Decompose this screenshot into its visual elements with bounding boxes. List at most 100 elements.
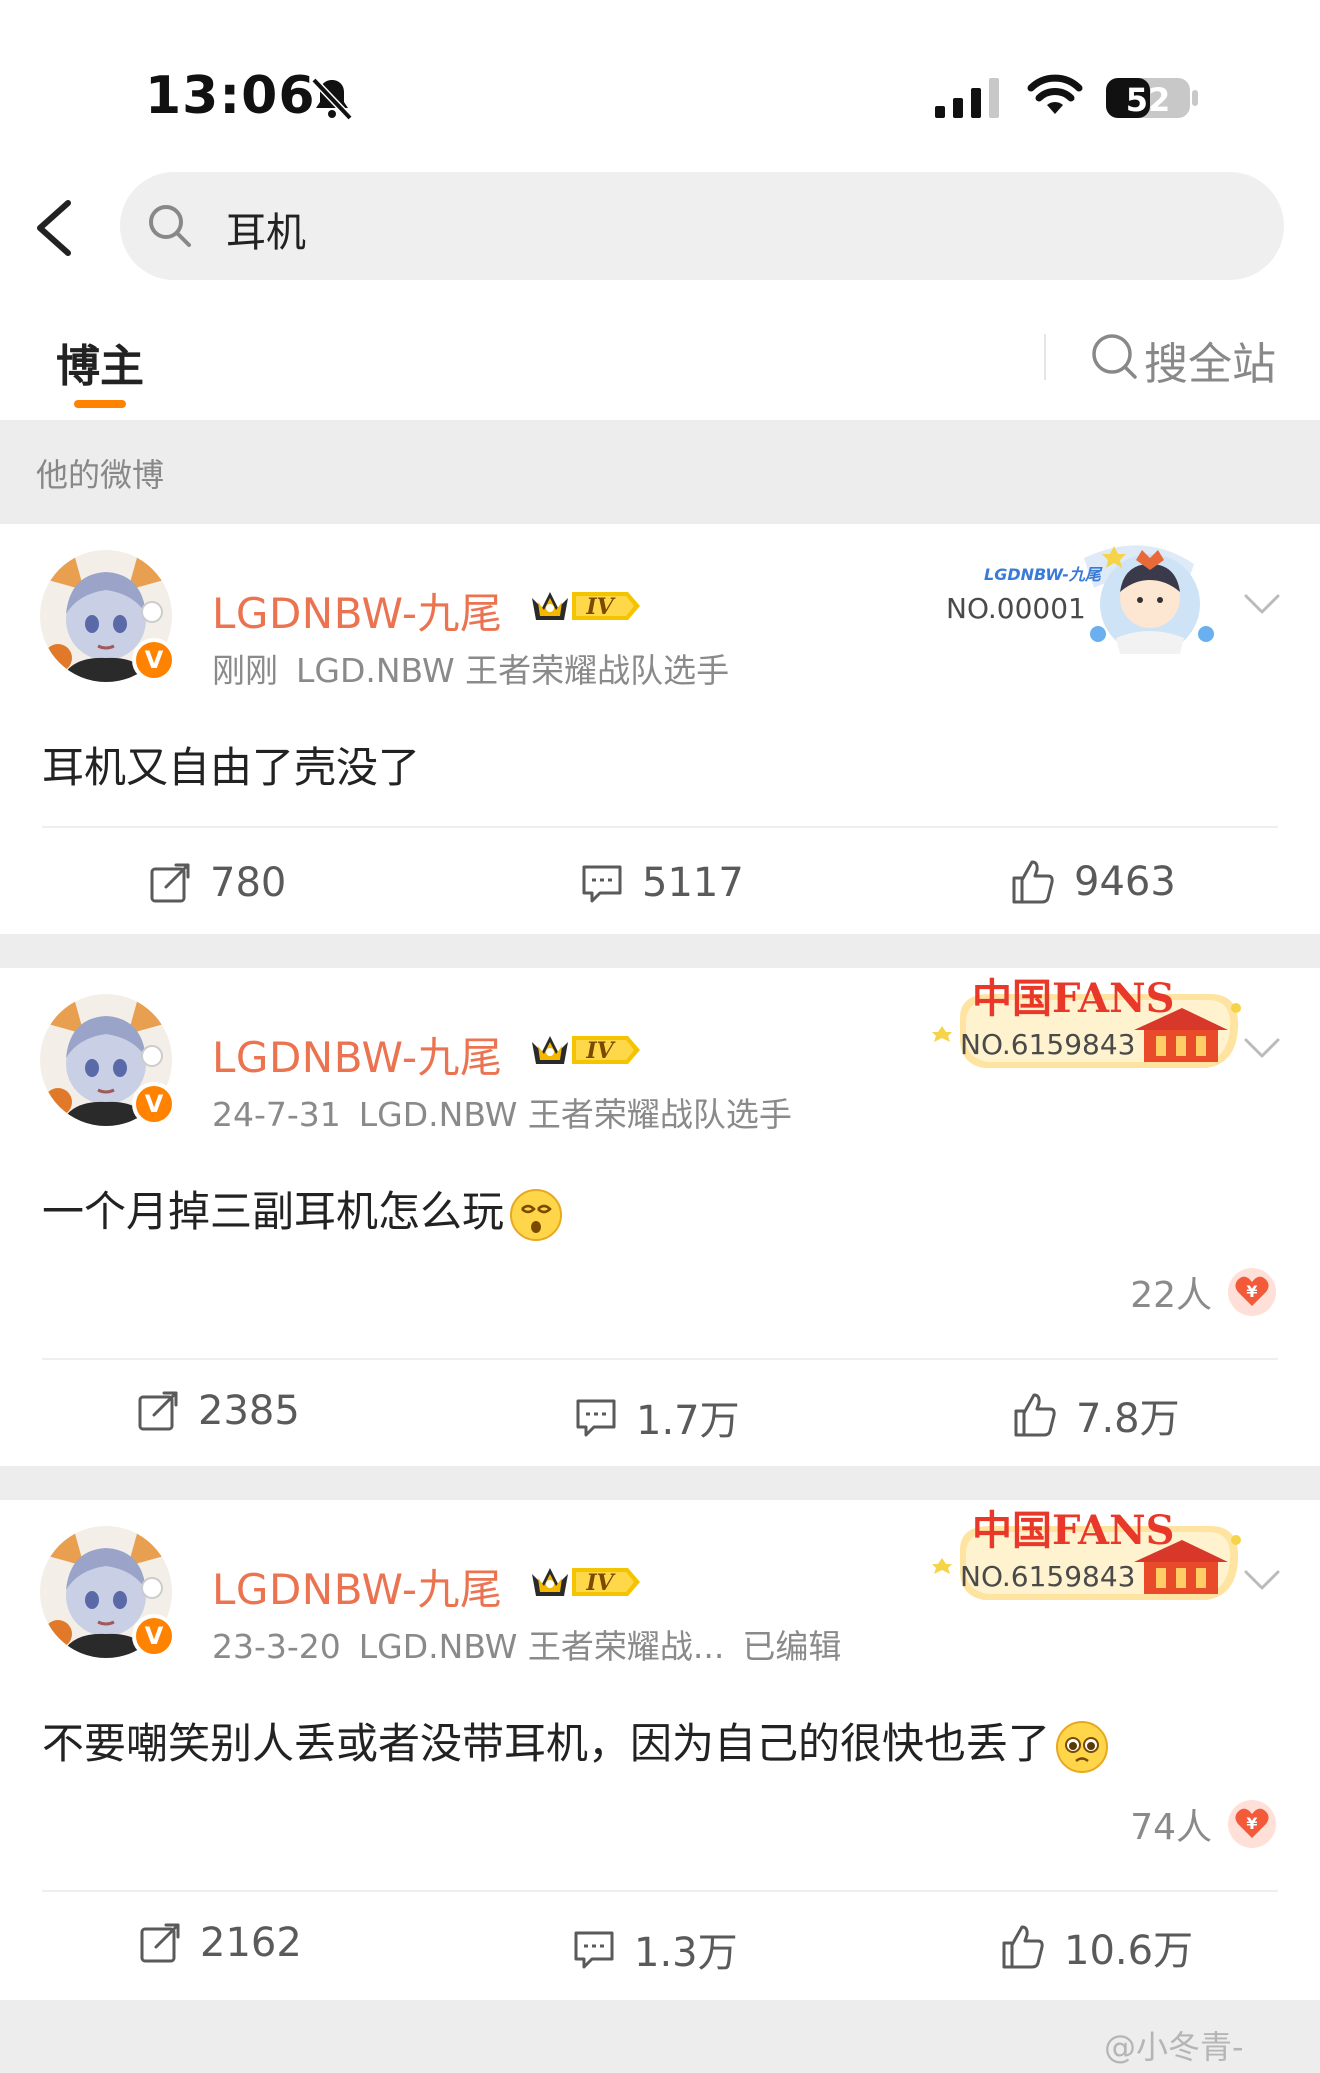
card-divider — [42, 1358, 1278, 1360]
reward-coin-icon: ¥ — [1228, 1268, 1276, 1316]
edited-label: 已编辑 — [742, 1627, 842, 1666]
svg-text:¥: ¥ — [1246, 1814, 1257, 1833]
reward-count-label: 22人 — [1130, 1275, 1212, 1316]
dizzy-face-emoji — [510, 1188, 563, 1241]
like-icon — [1012, 860, 1054, 904]
search-icon — [149, 205, 191, 247]
vip-crown-icon[interactable]: IV — [528, 1560, 642, 1604]
comment-icon — [582, 865, 622, 903]
comment-count: 1.3万 — [634, 1930, 738, 1976]
verified-badge-icon: V — [132, 1082, 176, 1126]
chevron-down-icon[interactable] — [1242, 1036, 1282, 1060]
chevron-down-icon[interactable] — [1242, 592, 1282, 616]
avatar[interactable]: V — [40, 994, 176, 1126]
post-text-content: 一个月掉三副耳机怎么玩 — [42, 1187, 505, 1236]
badge-number: NO.6159843 — [960, 1028, 1135, 1061]
repost-count: 780 — [210, 860, 287, 906]
card-divider — [42, 1890, 1278, 1892]
post-meta: 23-3-20 LGD.NBW 王者荣耀战... 已编辑 — [212, 1620, 841, 1668]
post-meta: 刚刚 LGD.NBW 王者荣耀战队选手 — [212, 644, 729, 692]
chevron-down-icon[interactable] — [1242, 1568, 1282, 1592]
china-fans-badge[interactable]: 中国FANS NO.6159843 — [930, 968, 1246, 1086]
post-time: 刚刚 — [212, 651, 278, 690]
post-text[interactable]: 一个月掉三副耳机怎么玩 — [42, 1178, 564, 1243]
battery-level: 52 — [1126, 81, 1171, 119]
badge-label: LGDNBW-九尾 — [984, 565, 1103, 584]
card-divider — [42, 826, 1278, 828]
post-text-content: 不要嘲笑别人丢或者没带耳机，因为自己的很快也丢了 — [42, 1719, 1051, 1768]
post-card[interactable]: V LGDNBW-九尾 IV 23-3-20 LGD.NBW 王者荣耀战... 已编… — [0, 1500, 1320, 2000]
comment-count: 1.7万 — [636, 1398, 740, 1444]
comment-button[interactable]: 1.3万 — [572, 1920, 738, 1978]
username[interactable]: LGDNBW-九尾 — [212, 580, 503, 641]
repost-button[interactable]: 780 — [148, 860, 286, 906]
search-all-icon — [1092, 334, 1137, 379]
post-source: LGD.NBW 王者荣耀战队选手 — [358, 1095, 792, 1134]
post-source: LGD.NBW 王者荣耀战... — [358, 1627, 725, 1666]
like-button[interactable]: 7.8万 — [1010, 1386, 1180, 1444]
repost-count: 2385 — [198, 1388, 300, 1434]
post-source: LGD.NBW 王者荣耀战队选手 — [296, 651, 730, 690]
reward-count[interactable]: 74人 ¥ — [1130, 1798, 1278, 1850]
vip-crown-icon[interactable]: IV — [528, 584, 642, 628]
post-text[interactable]: 不要嘲笑别人丢或者没带耳机，因为自己的很快也丢了 — [42, 1710, 1110, 1775]
like-button[interactable]: 10.6万 — [998, 1918, 1193, 1976]
active-tab-indicator — [74, 400, 126, 408]
repost-icon — [150, 863, 190, 903]
repost-count: 2162 — [200, 1920, 302, 1966]
comment-icon — [574, 1931, 614, 1969]
battery-icon: 52 — [1106, 78, 1198, 119]
svg-text:¥: ¥ — [1246, 1282, 1257, 1301]
china-fans-badge[interactable]: 中国FANS NO.6159843 — [930, 1500, 1246, 1618]
post-text[interactable]: 耳机又自由了壳没了 — [42, 734, 420, 795]
like-count: 9463 — [1074, 859, 1176, 905]
status-bar: 13:06 52 — [0, 0, 1320, 160]
like-icon — [1014, 1393, 1056, 1437]
vip-level: IV — [585, 1038, 615, 1064]
post-time: 23-3-20 — [212, 1627, 341, 1666]
back-arrow-icon[interactable] — [30, 195, 80, 261]
avatar[interactable]: V — [40, 1526, 176, 1658]
personal-fan-badge[interactable]: LGDNBW-九尾 NO.00001 — [944, 534, 1234, 674]
status-time: 13:06 — [145, 66, 316, 126]
tab-divider — [1044, 334, 1046, 380]
section-label-bar — [0, 420, 1320, 524]
badge-label: 中国FANS — [972, 975, 1175, 1022]
search-all-button[interactable]: 搜全站 — [1144, 328, 1276, 392]
vip-level: IV — [585, 1570, 615, 1596]
reward-count[interactable]: 22人 ¥ — [1130, 1266, 1278, 1318]
repost-icon — [138, 1391, 178, 1431]
comment-count: 5117 — [642, 860, 744, 906]
badge-label: 中国FANS — [972, 1507, 1175, 1554]
mute-bell-icon — [311, 77, 353, 121]
comment-icon — [576, 1399, 616, 1437]
watermark: @小冬青- — [1104, 2028, 1244, 2066]
search-query[interactable]: 耳机 — [226, 200, 306, 258]
repost-button[interactable]: 2162 — [138, 1920, 302, 1966]
post-card[interactable]: V LGDNBW-九尾 IV 刚刚 LGD.NBW 王者荣耀战队选手 LGDNBW… — [0, 524, 1320, 934]
post-text-content: 耳机又自由了壳没了 — [42, 743, 421, 792]
badge-number: NO.6159843 — [960, 1560, 1135, 1593]
section-label: 他的微博 — [36, 456, 165, 494]
username[interactable]: LGDNBW-九尾 — [212, 1556, 503, 1617]
badge-number: NO.00001 — [946, 592, 1086, 625]
comment-button[interactable]: 5117 — [580, 860, 744, 906]
post-card[interactable]: V LGDNBW-九尾 IV 24-7-31 LGD.NBW 王者荣耀战队选手 中… — [0, 968, 1320, 1466]
verified-badge-icon: V — [132, 1614, 176, 1658]
like-count: 10.6万 — [1064, 1928, 1194, 1974]
reward-count-label: 74人 — [1130, 1807, 1212, 1848]
vip-crown-icon[interactable]: IV — [528, 1028, 642, 1072]
pleading-face-emoji — [1056, 1720, 1109, 1773]
reward-coin-icon: ¥ — [1228, 1800, 1276, 1848]
username[interactable]: LGDNBW-九尾 — [212, 1024, 503, 1085]
like-count: 7.8万 — [1076, 1396, 1180, 1442]
verified-badge-icon: V — [132, 638, 176, 682]
like-icon — [1002, 1925, 1044, 1969]
repost-button[interactable]: 2385 — [136, 1388, 300, 1434]
comment-button[interactable]: 1.7万 — [574, 1388, 740, 1446]
post-time: 24-7-31 — [212, 1095, 341, 1134]
vip-level: IV — [585, 594, 615, 620]
like-button[interactable]: 9463 — [1008, 858, 1176, 906]
tab-blogger[interactable]: 博主 — [56, 330, 144, 394]
avatar[interactable]: V — [40, 550, 176, 682]
